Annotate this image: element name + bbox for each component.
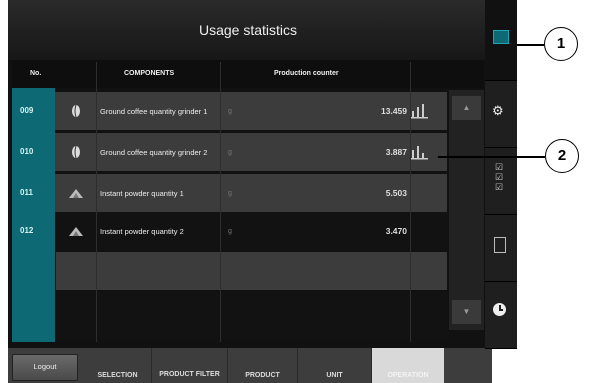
row-number: 009 <box>12 92 55 130</box>
counter-value: 13.459 <box>381 106 407 116</box>
bar-chart-icon[interactable] <box>410 92 438 130</box>
scroll-up-button[interactable]: ▲ <box>452 96 481 120</box>
tab-settings[interactable]: ⚙ <box>485 81 517 148</box>
component-name: Instant powder quantity 1 <box>100 188 184 198</box>
nav-product[interactable]: PRODUCT <box>228 348 298 383</box>
title-bar: Usage statistics <box>8 0 488 60</box>
header-no: No. <box>30 70 42 77</box>
component-name: Ground coffee quantity grinder 2 <box>100 147 208 157</box>
column-divider <box>410 62 411 342</box>
table-row[interactable]: 012 Instant powder quantity 2 g 3.470 <box>12 212 447 250</box>
component-name: Ground coffee quantity grinder 1 <box>100 106 208 116</box>
clock-icon <box>493 303 506 316</box>
row-number: 011 <box>12 174 55 212</box>
column-divider <box>96 62 97 342</box>
header-counter: Production counter <box>274 70 339 77</box>
table-header <box>12 60 484 88</box>
checklist-icon: ☑ ☑ ☑ <box>495 162 504 192</box>
nav-product-filter[interactable]: PRODUCT FILTER <box>152 348 228 383</box>
unit-label: g <box>228 149 232 156</box>
table-row[interactable]: 011 Instant powder quantity 1 g 5.503 <box>12 174 447 212</box>
logout-button[interactable]: Logout <box>12 354 78 381</box>
table-row[interactable]: 009 Ground coffee quantity grinder 1 g 1… <box>12 92 447 130</box>
empty-row <box>56 292 447 338</box>
header-components: COMPONENTS <box>124 70 175 77</box>
empty-row <box>56 252 447 290</box>
coffee-bean-icon <box>56 133 95 171</box>
callout-line <box>517 44 544 46</box>
bar-chart-icon[interactable] <box>410 133 438 171</box>
callout-2: 2 <box>545 139 579 173</box>
nav-operation[interactable]: OPERATION <box>372 348 444 383</box>
tab-checklist[interactable]: ☑ ☑ ☑ <box>485 148 517 215</box>
callout-line <box>438 156 545 158</box>
tab-document[interactable] <box>485 215 517 282</box>
machine-screen: Usage statistics No. COMPONENTS Producti… <box>8 0 492 383</box>
scroll-down-button[interactable]: ▼ <box>452 300 481 324</box>
unit-label: g <box>228 190 232 197</box>
tab-statistics[interactable] <box>485 0 517 81</box>
counter-value: 3.470 <box>385 226 407 236</box>
side-tabs: ⚙ ☑ ☑ ☑ <box>485 0 517 349</box>
nav-selection[interactable]: SELECTION <box>84 348 152 383</box>
table-row[interactable]: 010 Ground coffee quantity grinder 2 g 3… <box>12 133 447 171</box>
powder-icon <box>56 212 95 250</box>
nav-unit[interactable]: UNIT <box>298 348 372 383</box>
tab-clock[interactable] <box>485 282 517 349</box>
scrollbar[interactable]: ▲ ▼ <box>449 90 484 330</box>
bottom-nav: Logout SELECTION PRODUCT FILTER PRODUCT … <box>8 348 492 383</box>
coffee-bean-icon <box>56 92 95 130</box>
page-title: Usage statistics <box>198 22 298 38</box>
row-number: 010 <box>12 133 55 171</box>
column-divider <box>220 62 221 342</box>
unit-label: g <box>228 228 232 235</box>
gears-icon: ⚙ <box>492 103 504 118</box>
document-icon <box>494 237 506 253</box>
display-icon <box>493 30 509 44</box>
callout-1: 1 <box>544 27 578 61</box>
component-name: Instant powder quantity 2 <box>100 226 184 236</box>
unit-label: g <box>228 108 232 115</box>
counter-value: 3.887 <box>385 147 407 157</box>
powder-icon <box>56 174 95 212</box>
counter-value: 5.503 <box>385 188 407 198</box>
row-number: 012 <box>12 212 55 250</box>
